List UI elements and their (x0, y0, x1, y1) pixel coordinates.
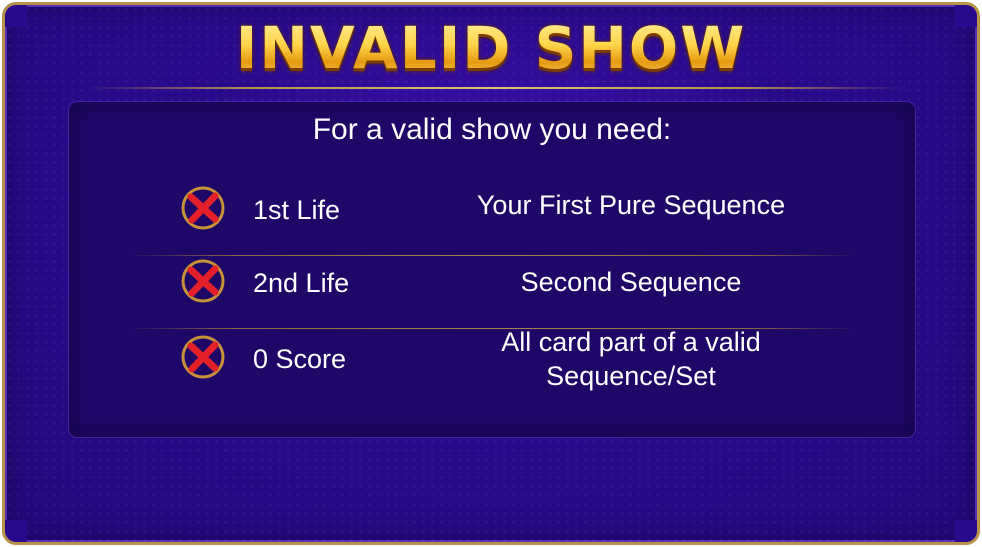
requirement-row: 0 Score All card part of a valid Sequenc… (69, 324, 915, 396)
requirement-description: Your First Pure Sequence (476, 190, 786, 220)
requirement-row: 1st Life Your First Pure Sequence (69, 172, 915, 244)
frame-corner-bottom-left (5, 520, 27, 542)
requirement-row: 2nd Life Second Sequence (69, 245, 915, 317)
frame-corner-bottom-right (955, 520, 977, 542)
title-divider (85, 87, 905, 89)
cross-icon (181, 335, 225, 379)
requirements-subtitle: For a valid show you need: (312, 113, 672, 146)
requirement-description: Second Sequence (520, 267, 742, 297)
cross-icon (181, 259, 225, 303)
requirements-panel: For a valid show you need: 1st Life Your… (69, 102, 915, 437)
requirement-description: All card part of a valid Sequence/Set (501, 327, 761, 391)
dialog-title: INVALID SHOW (5, 13, 977, 83)
requirement-label: 1st Life (253, 195, 341, 225)
invalid-show-dialog: INVALID SHOW For a valid show you need: … (2, 2, 980, 545)
cross-icon (181, 186, 225, 230)
requirement-label: 2nd Life (253, 268, 350, 298)
requirement-label: 0 Score (253, 344, 347, 374)
